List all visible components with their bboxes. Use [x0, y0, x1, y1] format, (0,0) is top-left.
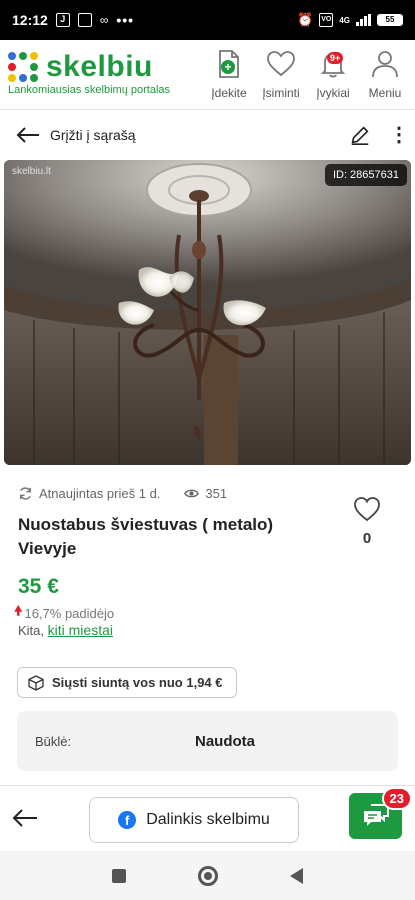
plus-icon: + [221, 60, 235, 74]
location: Kita, kiti miestai [18, 622, 113, 638]
header-nav: + Įdekite Įsiminti 9+ Įvykiai Meniu [203, 40, 415, 109]
events-badge: 9+ [327, 52, 344, 64]
nav-label: Įdekite [211, 86, 247, 100]
price-change: 🠝 16,7% padidėjo [14, 602, 114, 624]
status-time: 12:12 [12, 12, 48, 28]
home-icon[interactable] [198, 865, 218, 886]
battery-icon: 55 [377, 14, 403, 26]
network-type: 4G [339, 15, 350, 25]
logo-dots-icon [8, 52, 38, 82]
bottom-bar: f Dalinkis skelbimu 23 [0, 785, 415, 851]
share-label: Dalinkis skelbimu [146, 811, 270, 828]
more-options-icon[interactable]: ⋮ [389, 125, 409, 145]
views-number: 351 [205, 486, 228, 501]
nav-saved[interactable]: Įsiminti [255, 40, 307, 109]
facebook-icon: f [118, 811, 137, 829]
arrow-up-icon: 🠝 [14, 603, 23, 618]
heart-outline-icon [354, 497, 380, 522]
more-notifications-icon: ••• [116, 12, 135, 28]
site-header: skelbiu Lankomiausias skelbimų portalas … [0, 40, 415, 110]
calendar-icon [77, 13, 92, 27]
back-icon[interactable] [290, 867, 303, 884]
logo-dot [8, 63, 16, 71]
volte-icon: VO [319, 13, 334, 27]
views-count: 351 [184, 486, 227, 501]
logo-dot [30, 63, 38, 71]
package-icon [28, 674, 44, 691]
app-notification-icon: J [55, 13, 70, 27]
price-change-text: 16,7% padidėjo [24, 605, 115, 621]
back-arrow-icon[interactable] [12, 808, 38, 828]
user-icon [372, 51, 398, 78]
logo-dot [30, 52, 38, 60]
share-button[interactable]: f Dalinkis skelbimu [89, 797, 299, 843]
back-to-list-label: Grįžti į sąrašą [50, 127, 136, 143]
nav-add-listing[interactable]: + Įdekite [203, 40, 255, 109]
chat-badge: 23 [381, 787, 412, 810]
listing-title: Nuostabus šviestuvas ( metalo) Vievyje [18, 515, 274, 558]
nav-menu[interactable]: Meniu [359, 40, 411, 109]
chat-button[interactable]: 23 [349, 787, 412, 839]
favorite-count: 0 [362, 530, 372, 547]
nav-label: Įsiminti [262, 86, 300, 100]
shipping-button[interactable]: Siųsti siuntą vos nuo 1,94 € [17, 667, 237, 698]
price: 35 € [18, 575, 59, 598]
logo-text: skelbiu [46, 50, 153, 83]
logo-dot [30, 74, 38, 82]
edit-pencil-icon[interactable] [349, 124, 371, 146]
condition-value: Naudota [195, 732, 255, 750]
logo-dot [8, 74, 16, 82]
condition-label: Būklė: [35, 733, 72, 749]
logo[interactable]: skelbiu Lankomiausias skelbimų portalas [0, 40, 203, 109]
location-link[interactable]: kiti miestai [48, 622, 113, 638]
android-nav-bar [0, 851, 415, 900]
alarm-icon: ⏰ [297, 12, 314, 27]
signal-icon [356, 14, 371, 26]
location-prefix: Kita, [18, 623, 45, 638]
heart-icon [267, 51, 295, 77]
updated-text: Atnaujintas prieš 1 d. [39, 486, 161, 501]
watermark: skelbiu.lt [12, 166, 51, 177]
link-icon: ∞ [99, 13, 109, 27]
back-to-list-link[interactable]: Grįžti į sąrašą [16, 126, 136, 144]
arrow-left-icon [16, 127, 39, 143]
nav-label: Įvykiai [316, 86, 350, 100]
nav-label: Meniu [368, 86, 402, 100]
tagline: Lankomiausias skelbimų portalas [8, 84, 171, 96]
logo-dot [19, 52, 27, 60]
listing-meta: Atnaujintas prieš 1 d. 351 [18, 486, 227, 501]
favorite-button[interactable]: 0 [352, 496, 382, 547]
chandelier-photo [4, 160, 411, 465]
listing-photo[interactable]: skelbiu.lt ID: 28657631 [4, 160, 411, 465]
refresh-icon [20, 487, 31, 500]
status-bar: 12:12 J ∞ ••• ⏰ VO 4G 55 [0, 0, 415, 40]
logo-dot [19, 74, 27, 82]
recent-apps-icon[interactable] [112, 868, 126, 883]
logo-dot [8, 52, 16, 60]
eye-icon [184, 489, 200, 498]
shipping-label: Siųsti siuntą vos nuo 1,94 € [52, 675, 223, 690]
condition-row: Būklė: Naudota [17, 711, 398, 771]
listing-id-badge: ID: 28657631 [324, 164, 407, 186]
action-bar: Grįžti į sąrašą ⋮ [0, 110, 415, 160]
nav-events[interactable]: 9+ Įvykiai [307, 40, 359, 109]
logo-dot [19, 63, 27, 71]
